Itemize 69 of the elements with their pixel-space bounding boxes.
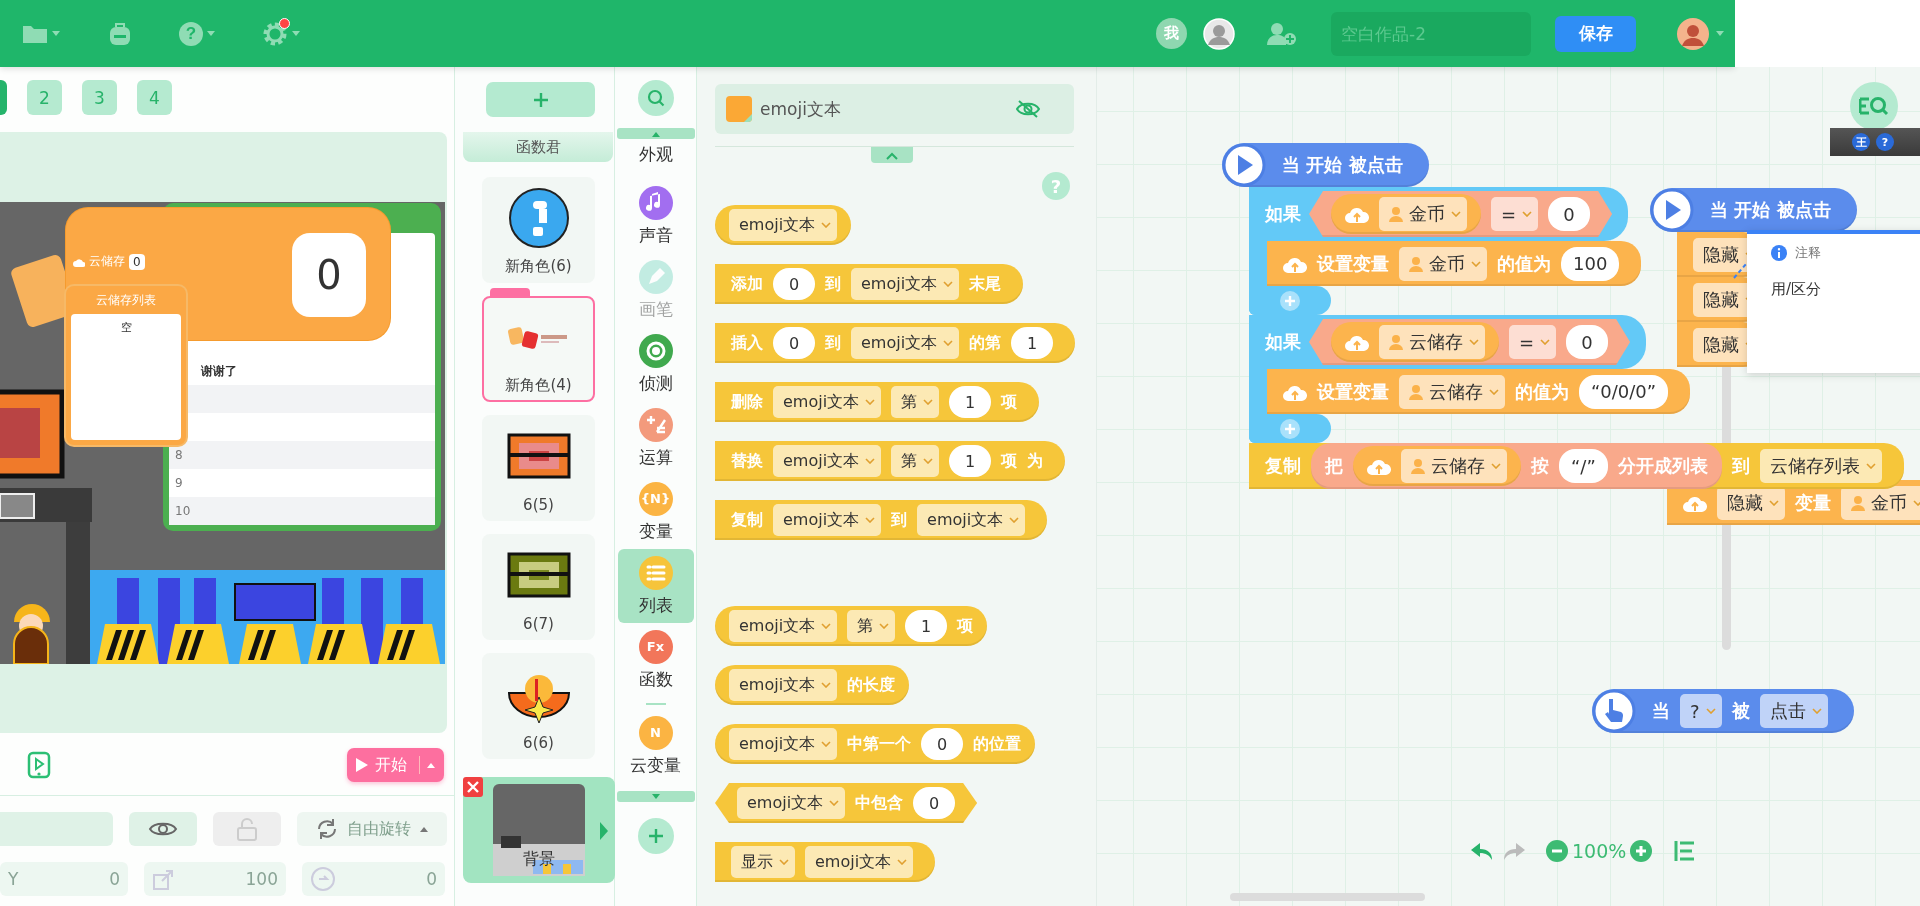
- block-label: 复制: [1265, 454, 1301, 478]
- block-label: 的长度: [847, 674, 896, 696]
- comment-title: 注释: [1795, 244, 1821, 262]
- block-label: 到: [825, 332, 841, 354]
- block-label: 的值为: [1515, 379, 1569, 404]
- block-label: 当 开始 被点击: [1710, 198, 1831, 222]
- block-label: 当 开始 被点击: [1282, 153, 1403, 177]
- block-label: 中包含: [855, 792, 904, 814]
- category-badge: Fx: [638, 629, 673, 664]
- monitor-value: 0: [129, 253, 145, 270]
- sprite-name: 6(5): [523, 496, 554, 514]
- field-value: 0: [109, 869, 120, 889]
- block-label: 到: [825, 273, 841, 295]
- block-label: 插入: [731, 332, 763, 354]
- monitor-value: 0: [292, 233, 366, 317]
- block-label: 的值为: [1497, 251, 1551, 276]
- block-label: 中第一个: [847, 733, 912, 755]
- block-label: 为: [1027, 450, 1044, 472]
- row-index: 9: [175, 476, 184, 490]
- zoom-level: 100%: [1572, 840, 1627, 862]
- block-label: 设置变量: [1317, 379, 1389, 404]
- block-label: 项: [1001, 391, 1018, 413]
- category-label: 声音: [638, 223, 673, 247]
- block-label: 复制: [731, 509, 763, 531]
- sprite-name: 新角色(4): [505, 376, 572, 395]
- empty-list-text: 空: [71, 314, 181, 440]
- category-badge: {N}: [638, 481, 673, 516]
- block-label: 把: [1325, 454, 1343, 478]
- field-value: 100: [245, 869, 278, 889]
- monitor-title: 云储存列表: [95, 292, 157, 309]
- category-label: 运算: [638, 445, 673, 469]
- field-label: Y: [8, 869, 19, 889]
- block-label: 被: [1731, 699, 1750, 723]
- category-label: 画笔: [638, 297, 673, 321]
- variable-name: emoji文本: [760, 97, 841, 121]
- block-label: 变量: [1795, 490, 1831, 515]
- block-label: 如果: [1265, 202, 1301, 226]
- block-label: 添加: [731, 273, 763, 295]
- row-index: 10: [175, 504, 192, 518]
- block-label: 到: [1731, 454, 1750, 478]
- backdrop-name: 背景: [522, 849, 556, 870]
- block-label: 的位置: [973, 733, 1022, 755]
- block-label: 项: [957, 615, 974, 637]
- block-label: 项: [1001, 450, 1018, 472]
- block-label: 末尾: [969, 273, 1002, 295]
- block-label: 删除: [731, 391, 763, 413]
- category-label: 外观: [638, 143, 673, 166]
- sprite-name: 6(6): [523, 734, 554, 752]
- category-badge: N: [638, 715, 673, 750]
- block-label: 分开成列表: [1617, 454, 1708, 478]
- category-label: 列表: [638, 593, 673, 617]
- monitor-label: 云储存: [89, 253, 125, 270]
- category-label: 侦测: [638, 371, 673, 395]
- block-label: 当: [1652, 699, 1670, 723]
- category-label: 云变量: [630, 753, 681, 777]
- block-label: 的第: [969, 332, 1002, 354]
- row-text: 谢谢了: [201, 362, 238, 380]
- block-label: 按: [1531, 454, 1549, 478]
- comment-text: 用/区分: [1771, 280, 1823, 299]
- sprite-name: 新角色(6): [505, 257, 572, 276]
- block-label: 到: [891, 509, 908, 531]
- block-label: 设置变量: [1317, 251, 1389, 276]
- block-label: 替换: [731, 450, 763, 472]
- sprite-name: 6(7): [523, 615, 554, 633]
- block-label: 如果: [1265, 330, 1301, 354]
- row-index: 8: [175, 448, 184, 462]
- category-label: 函数: [638, 667, 673, 691]
- category-label: 变量: [638, 519, 673, 543]
- field-value: 0: [426, 869, 437, 889]
